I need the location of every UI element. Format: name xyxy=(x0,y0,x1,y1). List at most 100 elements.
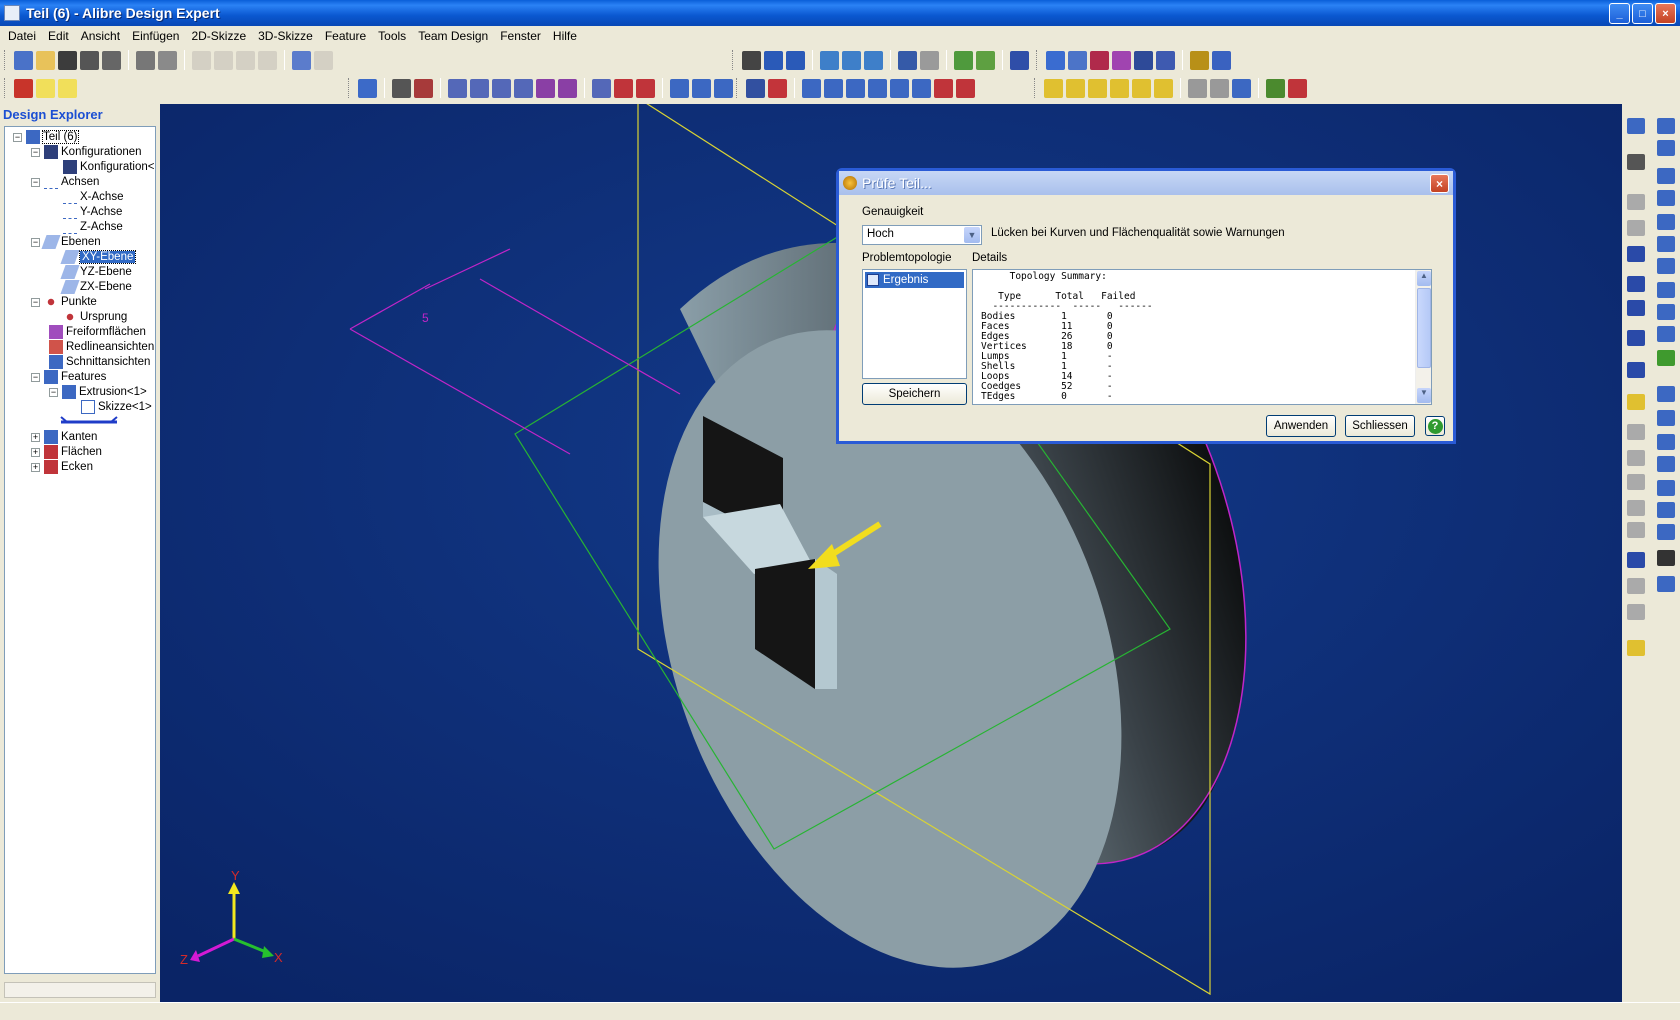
helix-icon[interactable] xyxy=(1657,304,1675,320)
dimension-feature-icon[interactable] xyxy=(1657,576,1675,592)
list-item-result[interactable]: Ergebnis xyxy=(865,272,964,288)
menu-team-design[interactable]: Team Design xyxy=(412,29,494,43)
view-iso-icon[interactable] xyxy=(1154,78,1173,98)
pattern-feature-icon[interactable] xyxy=(1657,480,1675,496)
reference-line-icon[interactable] xyxy=(1627,194,1645,210)
chamfer-tool-icon[interactable] xyxy=(1627,522,1645,538)
tree-node-yz-plane[interactable]: YZ-Ebene xyxy=(60,264,132,280)
offset-icon[interactable] xyxy=(1627,424,1645,440)
apply-button[interactable]: Anwenden xyxy=(1266,415,1336,437)
shell-tool-icon[interactable] xyxy=(1657,350,1675,366)
tree-node-extrusion-1[interactable]: − Extrusion<1> xyxy=(49,384,147,400)
menu-fenster[interactable]: Fenster xyxy=(494,29,547,43)
extrude-cut-icon[interactable] xyxy=(1657,140,1675,156)
chamfer-feature-icon[interactable] xyxy=(1657,410,1675,426)
zoom-in-icon[interactable] xyxy=(820,50,839,70)
check-icon[interactable] xyxy=(1190,50,1209,70)
dimension-tool-icon[interactable] xyxy=(1627,578,1645,594)
hole-feature-icon[interactable] xyxy=(1657,434,1675,450)
hole-icon[interactable] xyxy=(592,78,611,98)
revolve-boss-icon[interactable] xyxy=(1657,168,1675,184)
circle-tool-icon[interactable] xyxy=(1627,276,1645,292)
problem-topology-list[interactable]: Ergebnis xyxy=(862,269,967,379)
mirror-feature-icon[interactable] xyxy=(1657,502,1675,518)
tree-node-zx-plane[interactable]: ZX-Ebene xyxy=(60,279,132,295)
tree-node-sketch-1[interactable]: Skizze<1> xyxy=(81,399,152,415)
point-tool-icon[interactable] xyxy=(1627,154,1645,170)
menu-datei[interactable]: Datei xyxy=(2,29,42,43)
minimize-button[interactable]: _ xyxy=(1609,3,1630,24)
menu-2d-skizze[interactable]: 2D-Skizze xyxy=(185,29,252,43)
delete-face-icon[interactable] xyxy=(956,78,975,98)
undo-icon[interactable] xyxy=(292,50,311,70)
mirror-tool-icon[interactable] xyxy=(1627,474,1645,490)
tree-node-part[interactable]: − Teil (6) xyxy=(13,129,79,145)
paste-icon[interactable] xyxy=(236,50,255,70)
sketch-point-icon[interactable] xyxy=(1627,394,1645,410)
rectangle-tool-icon[interactable] xyxy=(1627,330,1645,346)
open-folder-icon[interactable] xyxy=(36,50,55,70)
tree-node-redline-views[interactable]: Redlineansichten xyxy=(49,339,154,355)
menu-einfuegen[interactable]: Einfügen xyxy=(126,29,185,43)
scroll-thumb[interactable] xyxy=(1417,288,1431,368)
explorer-horizontal-scrollbar[interactable] xyxy=(4,982,156,998)
print-icon[interactable] xyxy=(136,50,155,70)
save-all-icon[interactable] xyxy=(80,50,99,70)
flag-icon[interactable] xyxy=(976,50,995,70)
sweep-boss-icon[interactable] xyxy=(1657,214,1675,230)
close-dialog-button[interactable]: Schliessen xyxy=(1345,415,1415,437)
parameters-icon[interactable] xyxy=(1156,50,1175,70)
save-button[interactable]: Speichern xyxy=(862,383,967,405)
sketch-activate-icon[interactable] xyxy=(1627,118,1645,134)
view-top-icon[interactable] xyxy=(1132,78,1151,98)
tree-node-features[interactable]: − Features xyxy=(31,369,106,385)
tree-node-xy-plane[interactable]: XY-Ebene xyxy=(60,249,137,265)
shell-icon[interactable] xyxy=(536,78,555,98)
menu-feature[interactable]: Feature xyxy=(319,29,372,43)
menu-3d-skizze[interactable]: 3D-Skizze xyxy=(252,29,319,43)
color-icon[interactable] xyxy=(768,78,787,98)
split-icon[interactable] xyxy=(692,78,711,98)
view-back-icon[interactable] xyxy=(1066,78,1085,98)
help-icon[interactable] xyxy=(36,78,55,98)
extend-icon[interactable] xyxy=(912,78,931,98)
rotate-icon[interactable] xyxy=(786,50,805,70)
spline-icon[interactable] xyxy=(1627,220,1645,236)
equation-icon[interactable] xyxy=(1657,550,1675,566)
scroll-down-icon[interactable]: ▼ xyxy=(1417,388,1431,403)
close-button[interactable]: × xyxy=(1655,3,1676,24)
sketch-icon[interactable] xyxy=(1266,78,1285,98)
plane-icon[interactable] xyxy=(1046,50,1065,70)
view-right-icon[interactable] xyxy=(1110,78,1129,98)
fillet-icon[interactable] xyxy=(492,78,511,98)
shading-icon[interactable] xyxy=(1232,78,1251,98)
tree-node-vertices[interactable]: + Ecken xyxy=(31,459,93,475)
save-as-icon[interactable] xyxy=(102,50,121,70)
details-scrollbar[interactable]: ▲ ▼ xyxy=(1415,270,1431,404)
tree-node-points[interactable]: − Punkte xyxy=(31,294,97,310)
tree-node-y-axis[interactable]: Y-Achse xyxy=(63,204,122,220)
context-help-icon[interactable] xyxy=(58,78,77,98)
menu-ansicht[interactable]: Ansicht xyxy=(75,29,126,43)
tree-node-configuration-1[interactable]: Konfiguration<1> xyxy=(63,159,155,175)
solid-icon[interactable] xyxy=(746,78,765,98)
fillet-tool-icon[interactable] xyxy=(1627,500,1645,516)
help-button[interactable]: ? xyxy=(1425,416,1445,436)
vertex-select-icon[interactable] xyxy=(846,78,865,98)
pdf-icon[interactable] xyxy=(14,78,33,98)
print-preview-icon[interactable] xyxy=(158,50,177,70)
draft-feature-icon[interactable] xyxy=(1657,456,1675,472)
curve-icon[interactable] xyxy=(868,78,887,98)
coil-icon[interactable] xyxy=(1657,326,1675,342)
edge-select-icon[interactable] xyxy=(802,78,821,98)
render-icon[interactable] xyxy=(1010,50,1029,70)
extrude-icon[interactable] xyxy=(358,78,377,98)
sweep-cut-icon[interactable] xyxy=(1657,236,1675,252)
grid-icon[interactable] xyxy=(1188,78,1207,98)
loft-boss-icon[interactable] xyxy=(1657,258,1675,274)
thread-icon[interactable] xyxy=(614,78,633,98)
tree-node-x-axis[interactable]: X-Achse xyxy=(63,189,123,205)
chevron-down-icon[interactable]: ▼ xyxy=(964,227,980,243)
revolve-cut-icon[interactable] xyxy=(1657,190,1675,206)
tree-node-edges[interactable]: + Kanten xyxy=(31,429,97,445)
